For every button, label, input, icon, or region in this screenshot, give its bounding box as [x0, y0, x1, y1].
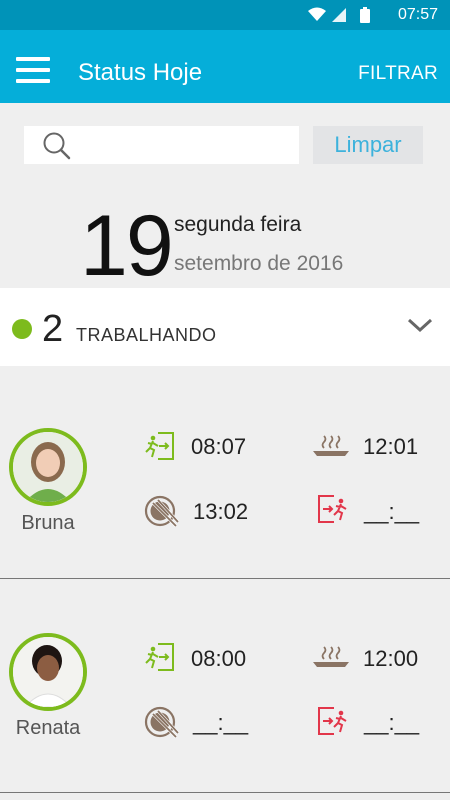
lunch-start-time: 12:00: [363, 646, 419, 671]
employee-name: Renata: [15, 717, 81, 739]
exit-icon: [318, 707, 347, 735]
status-icons: [308, 7, 370, 23]
app-bar: Status Hoje FILTRAR: [0, 30, 450, 103]
menu-button[interactable]: [16, 57, 50, 83]
exit-icon: [318, 495, 347, 523]
avatar: [9, 633, 87, 711]
entry-time: 08:00: [191, 646, 247, 671]
month-year: setembro de 2016: [174, 252, 344, 275]
employee-card[interactable]: Renata 08:00 12:00 __:__ __:__: [0, 633, 450, 793]
clear-button[interactable]: Limpar: [313, 126, 423, 164]
chevron-down-icon[interactable]: [406, 316, 434, 334]
day-number: 19: [80, 198, 174, 294]
exit-time: __:__: [364, 710, 420, 735]
clock: 07:57: [397, 6, 438, 23]
divider: [0, 792, 450, 793]
system-status-bar: 07:57: [0, 0, 450, 30]
search-box[interactable]: [24, 126, 299, 164]
search-icon: [43, 132, 71, 160]
divider: [0, 578, 450, 579]
employee-name: Bruna: [21, 512, 75, 534]
exit-time: __:__: [364, 499, 420, 524]
page-title: Status Hoje: [78, 59, 203, 86]
employee-card[interactable]: Bruna 08:07 12:01 13:02 __:__: [0, 428, 450, 588]
status-dot: [12, 319, 32, 339]
search-input[interactable]: [82, 132, 287, 158]
status-label: TRABALHANDO: [76, 325, 217, 345]
status-group-header[interactable]: 2 TRABALHANDO: [0, 288, 450, 366]
meal-icon: [313, 646, 349, 667]
meal-icon: [313, 435, 349, 456]
lunch-end-time: 13:02: [193, 499, 249, 524]
plate-icon: [144, 706, 180, 739]
status-count: 2: [42, 308, 64, 350]
entry-icon: [145, 643, 174, 671]
weekday: segunda feira: [174, 213, 302, 236]
avatar: [9, 428, 87, 506]
entry-time: 08:07: [191, 434, 247, 459]
entry-icon: [145, 432, 174, 460]
lunch-end-time: __:__: [193, 710, 249, 735]
lunch-start-time: 12:01: [363, 434, 419, 459]
filter-button[interactable]: FILTRAR: [358, 63, 438, 85]
plate-icon: [144, 495, 180, 528]
